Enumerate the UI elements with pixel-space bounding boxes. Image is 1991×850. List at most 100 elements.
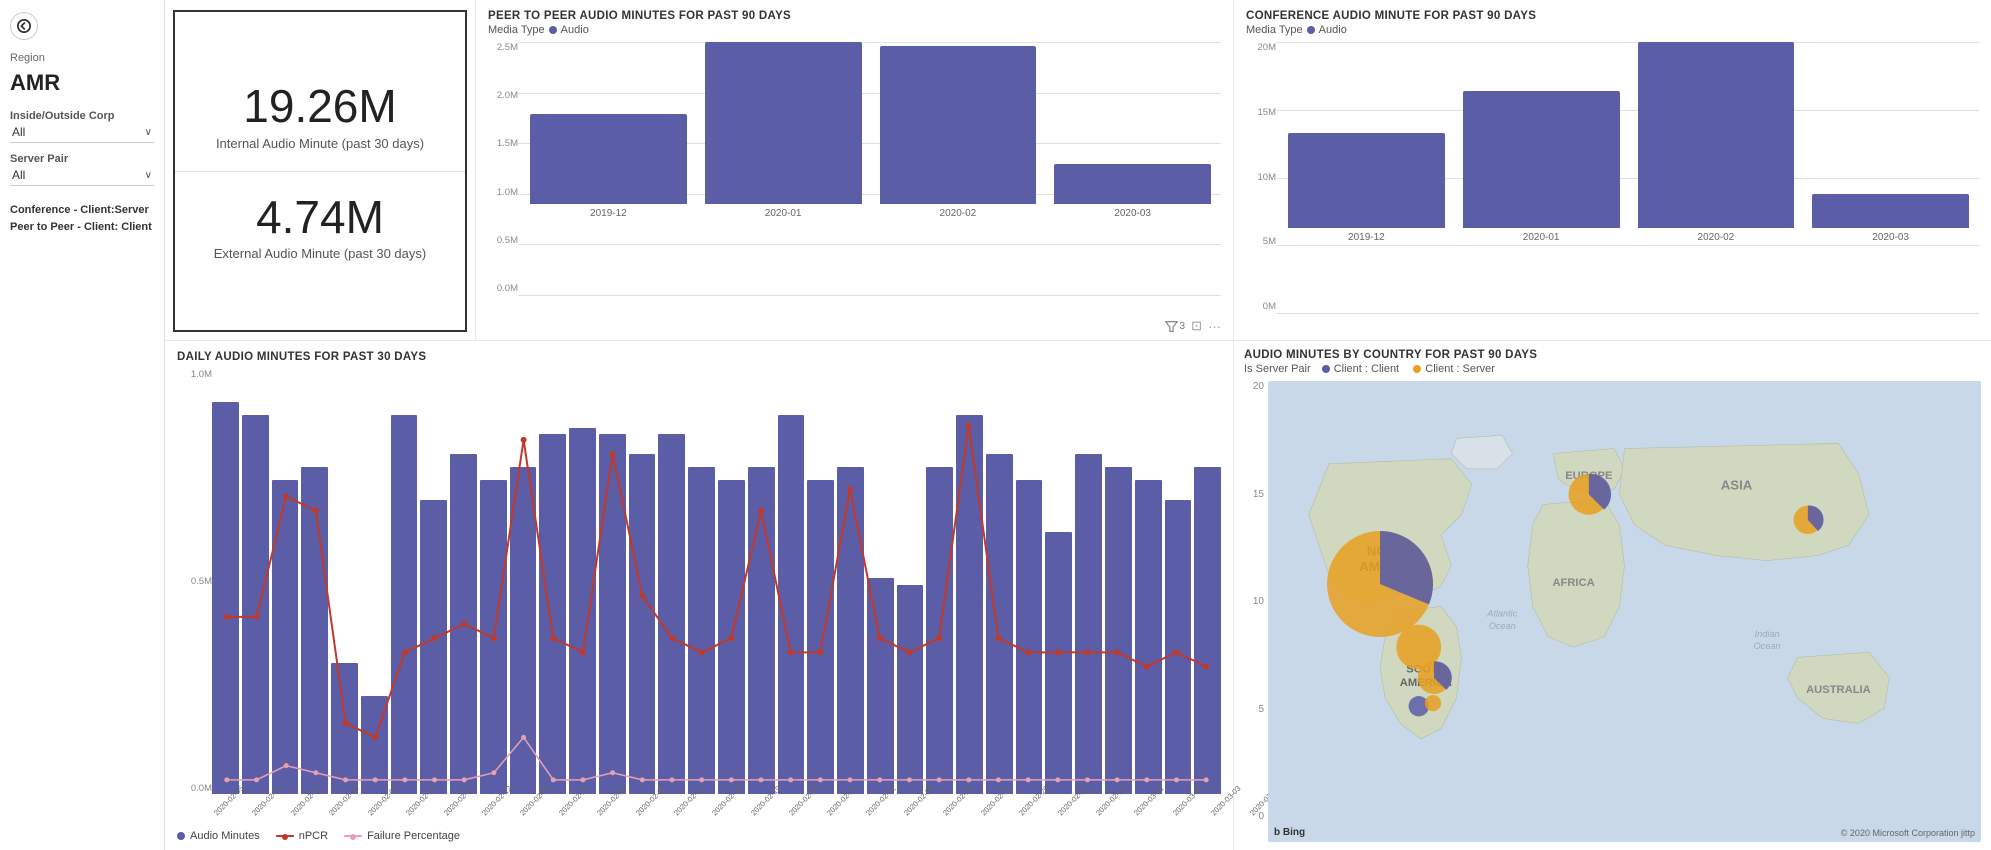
daily-bar [1165, 500, 1192, 794]
region-value: AMR [10, 70, 154, 96]
bar-rect [705, 42, 862, 204]
grid-line [518, 295, 1221, 296]
daily-bar [1194, 467, 1221, 794]
svg-text:Ocean: Ocean [1489, 621, 1516, 631]
bar-label: 2020-01 [1523, 232, 1560, 243]
svg-text:AFRICA: AFRICA [1552, 577, 1594, 589]
svg-text:Indian: Indian [1755, 629, 1780, 639]
y-label: 0 [1244, 811, 1264, 822]
daily-bar [272, 480, 299, 794]
conf-chart-subtitle: Media Type Audio [1246, 24, 1979, 36]
filter1-value: All [12, 125, 25, 139]
map-subtitle: Is Server Pair Client : Client Client : … [1244, 363, 1981, 375]
bar-label: 2020-01 [765, 208, 802, 219]
daily-bar [629, 454, 656, 794]
cc-dot [1322, 365, 1330, 373]
internal-audio-label: Internal Audio Minute (past 30 days) [216, 136, 424, 151]
daily-x-labels: 2020-02-052020-02-062020-02-072020-02-08… [212, 811, 1221, 820]
daily-y-axis: 0.0M 0.5M 1.0M [177, 369, 212, 794]
peer-media-type-label: Media Type [488, 24, 545, 36]
daily-bar [956, 415, 983, 794]
filter2-label: Server Pair [10, 153, 154, 165]
bar-group: 2020-02 [1638, 42, 1795, 243]
peer-note: Peer to Peer - Client: Client [10, 221, 152, 233]
expand-icon[interactable]: ⊡ [1191, 318, 1202, 334]
bar-rect [1812, 194, 1969, 228]
daily-bar [599, 434, 626, 794]
daily-bar [331, 663, 358, 794]
bar-rect [530, 114, 687, 204]
map-panel: AUDIO MINUTES BY COUNTRY FOR PAST 90 DAY… [1233, 340, 1991, 850]
map-y-axis: 05101520 [1244, 381, 1264, 842]
daily-bar [897, 585, 924, 794]
conf-bar-chart: 0M5M10M15M20M 2019-122020-012020-022020-… [1246, 42, 1979, 334]
daily-bar [867, 578, 894, 794]
daily-bar [1075, 454, 1102, 794]
bar-label: 2020-02 [1698, 232, 1735, 243]
daily-bar [301, 467, 328, 794]
grid-line [518, 244, 1221, 245]
filter1-select[interactable]: All ∨ [10, 122, 154, 143]
audio-dot [177, 832, 185, 840]
failure-line [344, 835, 362, 837]
cc-label: Client : Client [1334, 363, 1399, 375]
grid-line [1276, 245, 1979, 246]
daily-bar [1105, 467, 1132, 794]
main-content: 19.26M Internal Audio Minute (past 30 da… [165, 0, 1991, 850]
y-label: 0.0M [177, 783, 212, 794]
cs-dot [1413, 365, 1421, 373]
filter-icon[interactable]: 3 [1165, 320, 1186, 333]
bar-group: 2020-03 [1054, 164, 1211, 219]
svg-text:AUSTRALIA: AUSTRALIA [1806, 684, 1871, 696]
bar-label: 2019-12 [590, 208, 627, 219]
region-label: Region [10, 52, 154, 64]
bing-logo: b Bing [1274, 827, 1305, 838]
daily-bar [718, 480, 745, 794]
map-legend-label: Is Server Pair [1244, 363, 1311, 375]
daily-bar [391, 415, 418, 794]
sidebar: Region AMR Inside/Outside Corp All ∨ Ser… [0, 0, 165, 850]
filter2-value: All [12, 168, 25, 182]
filter-server-pair: Server Pair All ∨ [10, 153, 154, 186]
chevron-down-icon: ∨ [145, 127, 152, 138]
daily-bar [748, 467, 775, 794]
daily-chart-panel: DAILY AUDIO MINUTES FOR PAST 30 DAYS 0.0… [165, 340, 1233, 850]
daily-chart-title: DAILY AUDIO MINUTES FOR PAST 30 DAYS [177, 351, 1221, 363]
back-button[interactable] [10, 12, 38, 40]
peer-legend-dot [549, 26, 557, 34]
daily-bar [1016, 480, 1043, 794]
peer-toolbar: 3 ⊡ ··· [488, 318, 1221, 334]
map-copyright: © 2020 Microsoft Corporation jittp [1841, 828, 1975, 838]
filter2-select[interactable]: All ∨ [10, 165, 154, 186]
peer-bar-chart: 0.0M0.5M1.0M1.5M2.0M2.5M 2019-122020-012… [488, 42, 1221, 334]
daily-bar [1135, 480, 1162, 794]
daily-bars [212, 369, 1221, 794]
bar-label: 2019-12 [1348, 232, 1385, 243]
bar-rect [880, 46, 1037, 204]
external-audio-value: 4.74M [256, 192, 384, 243]
internal-audio-section: 19.26M Internal Audio Minute (past 30 da… [175, 61, 465, 172]
more-icon[interactable]: ··· [1208, 319, 1221, 334]
internal-audio-value: 19.26M [243, 81, 396, 132]
y-label: 20 [1244, 381, 1264, 392]
chevron-down-icon-2: ∨ [145, 170, 152, 181]
bar-rect [1288, 133, 1445, 228]
map-svg: Atlantic Ocean Indian Ocean NORTH AMERIC… [1268, 381, 1981, 842]
y-label: 0.5M [177, 576, 212, 587]
daily-bar [510, 467, 537, 794]
peer-bars: 2019-122020-012020-022020-03 [520, 42, 1221, 219]
failure-label: Failure Percentage [367, 830, 460, 842]
y-label: 5 [1244, 704, 1264, 715]
daily-bar [807, 480, 834, 794]
svg-text:Ocean: Ocean [1754, 641, 1781, 651]
big-number-card: 19.26M Internal Audio Minute (past 30 da… [173, 10, 467, 332]
grid-line [1276, 313, 1979, 314]
daily-bar [837, 467, 864, 794]
daily-bar [450, 454, 477, 794]
conference-note: Conference - Client:Server [10, 204, 149, 216]
dashboard: Region AMR Inside/Outside Corp All ∨ Ser… [0, 0, 1991, 850]
peer-chart-title: PEER TO PEER AUDIO MINUTES FOR PAST 90 D… [488, 10, 1221, 22]
daily-bar [212, 402, 239, 794]
y-label: 1.0M [177, 369, 212, 380]
conf-chart-title: CONFERENCE AUDIO MINUTE FOR PAST 90 DAYS [1246, 10, 1979, 22]
